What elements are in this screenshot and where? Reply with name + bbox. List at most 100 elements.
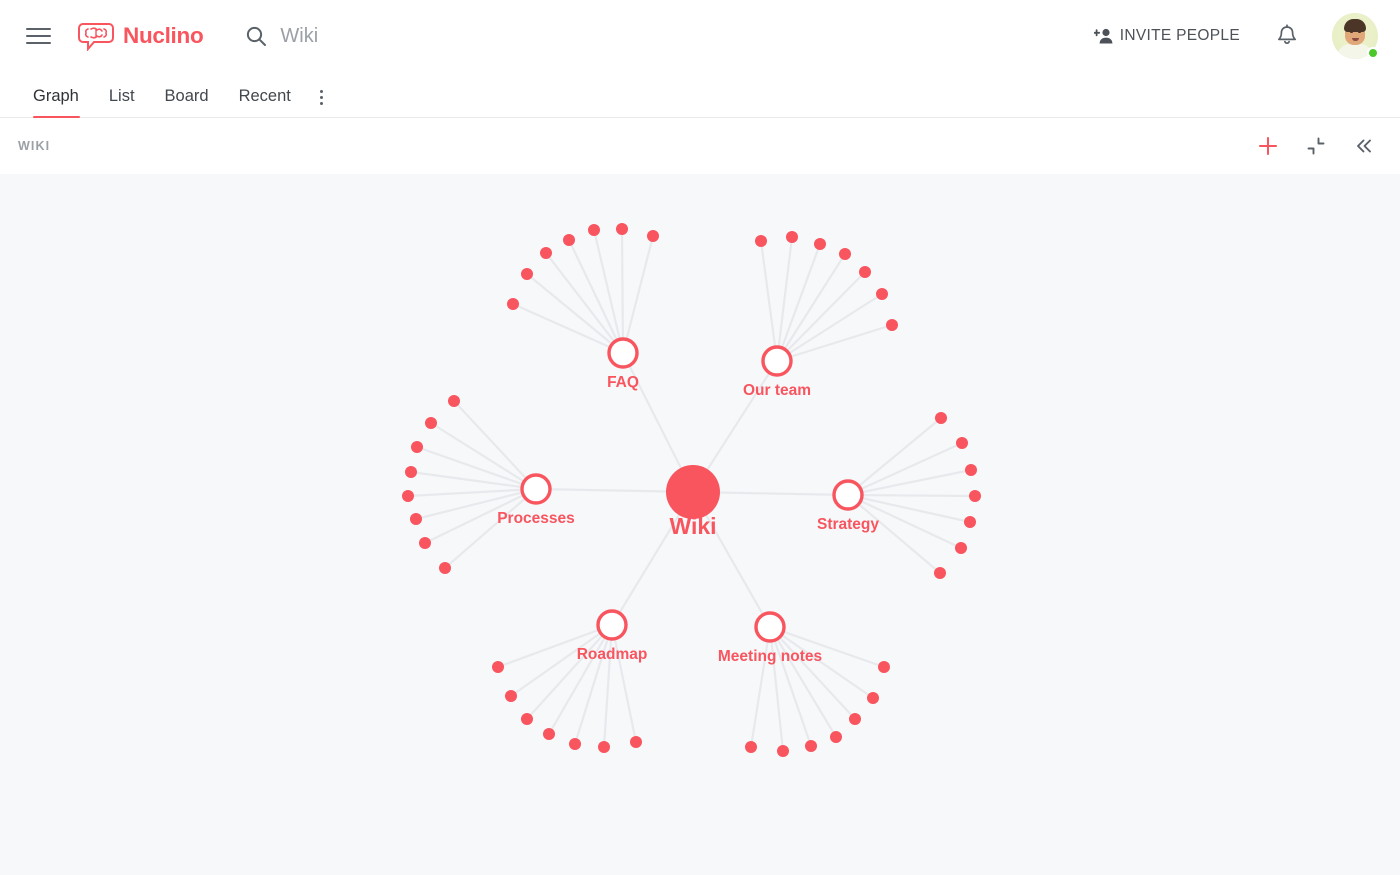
top-bar: Nuclino INVITE PEOPLE: [0, 0, 1400, 72]
graph-leaf-node[interactable]: [964, 516, 976, 528]
graph-edge: [777, 294, 882, 361]
graph-leaf-node[interactable]: [878, 661, 890, 673]
graph-edge: [411, 472, 536, 489]
search-bar[interactable]: [245, 25, 1093, 48]
graph-hub-node-processes[interactable]: [522, 475, 550, 503]
graph-leaf-node[interactable]: [955, 542, 967, 554]
graph-leaf-node[interactable]: [867, 692, 879, 704]
graph-leaf-node[interactable]: [569, 738, 581, 750]
graph-edge: [527, 274, 623, 353]
graph-leaf-node[interactable]: [521, 268, 533, 280]
add-item-button[interactable]: [1254, 132, 1282, 160]
graph-leaf-node[interactable]: [405, 466, 417, 478]
graph-leaf-node[interactable]: [755, 235, 767, 247]
graph-leaf-node[interactable]: [876, 288, 888, 300]
graph-leaf-node[interactable]: [425, 417, 437, 429]
graph-leaf-node[interactable]: [886, 319, 898, 331]
view-tabs: Graph List Board Recent: [0, 72, 1400, 118]
brain-speech-bubble-logo: [78, 21, 114, 51]
graph-leaf-node[interactable]: [830, 731, 842, 743]
breadcrumb-bar: WIKI: [0, 118, 1400, 174]
graph-edge: [848, 495, 940, 573]
collapse-sidebar-button[interactable]: [1350, 132, 1378, 160]
graph-leaf-node[interactable]: [859, 266, 871, 278]
graph-leaf-node[interactable]: [849, 713, 861, 725]
graph-edge: [527, 625, 612, 719]
graph-edge: [848, 495, 975, 496]
graph-leaf-node[interactable]: [505, 690, 517, 702]
graph-leaf-node[interactable]: [745, 741, 757, 753]
invite-people-label: INVITE PEOPLE: [1120, 27, 1240, 45]
graph-leaf-node[interactable]: [588, 224, 600, 236]
collapse-view-button[interactable]: [1302, 132, 1330, 160]
plus-icon: [1257, 135, 1279, 157]
graph-leaf-node[interactable]: [410, 513, 422, 525]
tab-list[interactable]: List: [94, 87, 150, 117]
tab-recent[interactable]: Recent: [224, 87, 306, 117]
graph-leaf-node[interactable]: [439, 562, 451, 574]
breadcrumb-actions: [1254, 132, 1378, 160]
graph-hub-node-strategy[interactable]: [834, 481, 862, 509]
graph-leaf-node[interactable]: [521, 713, 533, 725]
graph-leaf-node[interactable]: [814, 238, 826, 250]
graph-leaf-node[interactable]: [630, 736, 642, 748]
graph-leaf-node[interactable]: [540, 247, 552, 259]
invite-people-button[interactable]: INVITE PEOPLE: [1094, 27, 1240, 45]
graph-leaf-node[interactable]: [934, 567, 946, 579]
graph-edge: [848, 418, 941, 495]
breadcrumb[interactable]: WIKI: [18, 139, 50, 153]
graph-leaf-node[interactable]: [598, 741, 610, 753]
graph-leaf-node[interactable]: [616, 223, 628, 235]
brand-logo[interactable]: Nuclino: [78, 21, 203, 51]
graph-leaf-node[interactable]: [492, 661, 504, 673]
kebab-menu-icon[interactable]: [306, 90, 337, 117]
graph-leaf-node[interactable]: [563, 234, 575, 246]
graph-leaf-node[interactable]: [969, 490, 981, 502]
graph-edge: [425, 489, 536, 543]
search-input[interactable]: [280, 25, 700, 48]
graph-hub-node-meeting-notes[interactable]: [756, 613, 784, 641]
graph-leaf-node[interactable]: [965, 464, 977, 476]
graph-leaf-node[interactable]: [777, 745, 789, 757]
graph-visualization[interactable]: [0, 174, 1400, 875]
graph-edge: [761, 241, 777, 361]
graph-edge: [848, 443, 962, 495]
graph-hub-node-faq[interactable]: [609, 339, 637, 367]
tab-graph[interactable]: Graph: [18, 87, 94, 117]
graph-leaf-node[interactable]: [647, 230, 659, 242]
graph-edge: [612, 625, 636, 742]
bell-icon[interactable]: [1276, 24, 1298, 48]
graph-edge: [569, 240, 623, 353]
graph-edge: [417, 447, 536, 489]
graph-edge: [848, 495, 970, 522]
graph-edge: [623, 236, 653, 353]
brand-name: Nuclino: [123, 23, 203, 49]
graph-leaf-node[interactable]: [411, 441, 423, 453]
graph-leaf-node[interactable]: [935, 412, 947, 424]
graph-edge: [549, 625, 612, 734]
graph-leaf-node[interactable]: [956, 437, 968, 449]
graph-hub-node-roadmap[interactable]: [598, 611, 626, 639]
graph-edge: [848, 495, 961, 548]
tab-board[interactable]: Board: [150, 87, 224, 117]
status-badge: [1367, 47, 1379, 59]
avatar[interactable]: [1332, 13, 1378, 59]
hamburger-menu-icon[interactable]: [26, 23, 52, 49]
graph-edge: [513, 304, 623, 353]
add-person-icon: [1094, 27, 1114, 45]
graph-leaf-node[interactable]: [839, 248, 851, 260]
graph-leaf-node[interactable]: [507, 298, 519, 310]
graph-leaf-node[interactable]: [805, 740, 817, 752]
graph-root-node[interactable]: [666, 465, 720, 519]
compress-icon: [1306, 136, 1326, 156]
graph-canvas[interactable]: FAQOur teamProcessesStrategyRoadmapMeeti…: [0, 174, 1400, 875]
graph-leaf-node[interactable]: [448, 395, 460, 407]
graph-hub-node-our-team[interactable]: [763, 347, 791, 375]
graph-edge: [848, 470, 971, 495]
graph-leaf-node[interactable]: [402, 490, 414, 502]
graph-leaf-node[interactable]: [786, 231, 798, 243]
graph-leaf-node[interactable]: [543, 728, 555, 740]
graph-leaf-node[interactable]: [419, 537, 431, 549]
graph-edge: [511, 625, 612, 696]
graph-edge: [770, 627, 873, 698]
